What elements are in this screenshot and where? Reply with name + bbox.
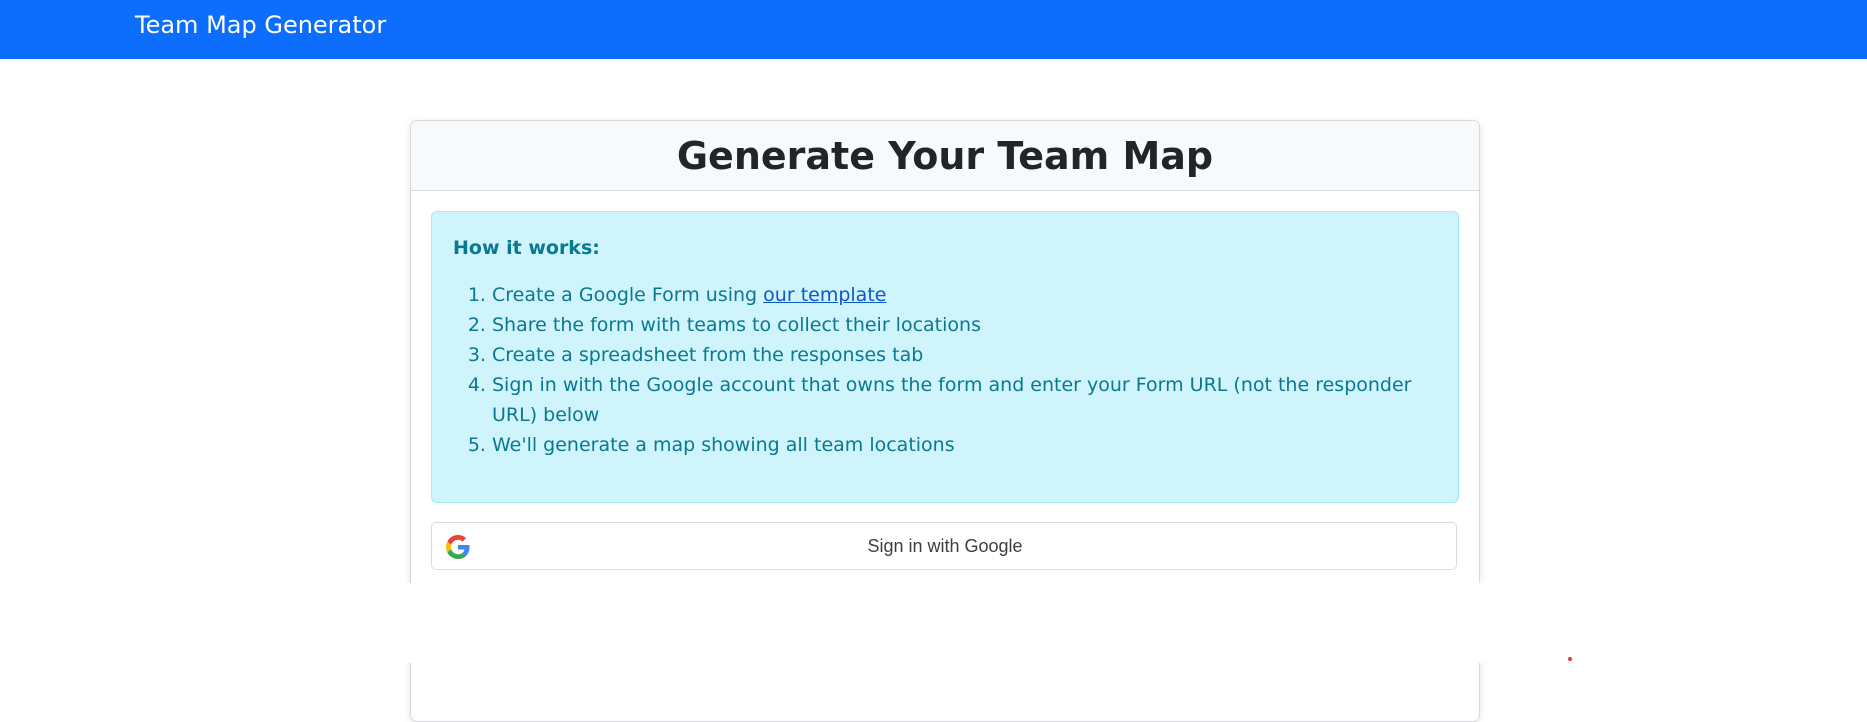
navbar: Team Map Generator xyxy=(0,0,1867,59)
step-3: Create a spreadsheet from the responses … xyxy=(492,340,1442,370)
brand-link[interactable]: Team Map Generator xyxy=(135,11,386,39)
how-it-works-alert: How it works: Create a Google Form using… xyxy=(431,211,1459,503)
step-3-text: Create a spreadsheet from the responses … xyxy=(492,344,924,366)
how-it-works-heading: How it works: xyxy=(453,237,600,259)
sign-in-label: Sign in with Google xyxy=(867,536,1023,556)
step-4: Sign in with the Google account that own… xyxy=(492,370,1442,430)
page-title: Generate Your Team Map xyxy=(676,134,1214,178)
steps-list: Create a Google Form using our template … xyxy=(432,280,1442,460)
step-1: Create a Google Form using our template xyxy=(492,280,1442,310)
indicator-dot xyxy=(1568,657,1572,661)
step-5-text: We'll generate a map showing all team lo… xyxy=(492,434,955,456)
card-header: Generate Your Team Map xyxy=(411,121,1479,191)
step-5: We'll generate a map showing all team lo… xyxy=(492,430,1442,460)
step-2: Share the form with teams to collect the… xyxy=(492,310,1442,340)
step-4-text: Sign in with the Google account that own… xyxy=(492,374,1412,426)
below-fold-area xyxy=(0,583,1867,663)
sign-in-with-google-button[interactable]: Sign in with Google xyxy=(431,522,1457,570)
step-2-text: Share the form with teams to collect the… xyxy=(492,314,981,336)
step-1-text: Create a Google Form using xyxy=(492,284,764,306)
template-link[interactable]: our template xyxy=(763,284,886,306)
